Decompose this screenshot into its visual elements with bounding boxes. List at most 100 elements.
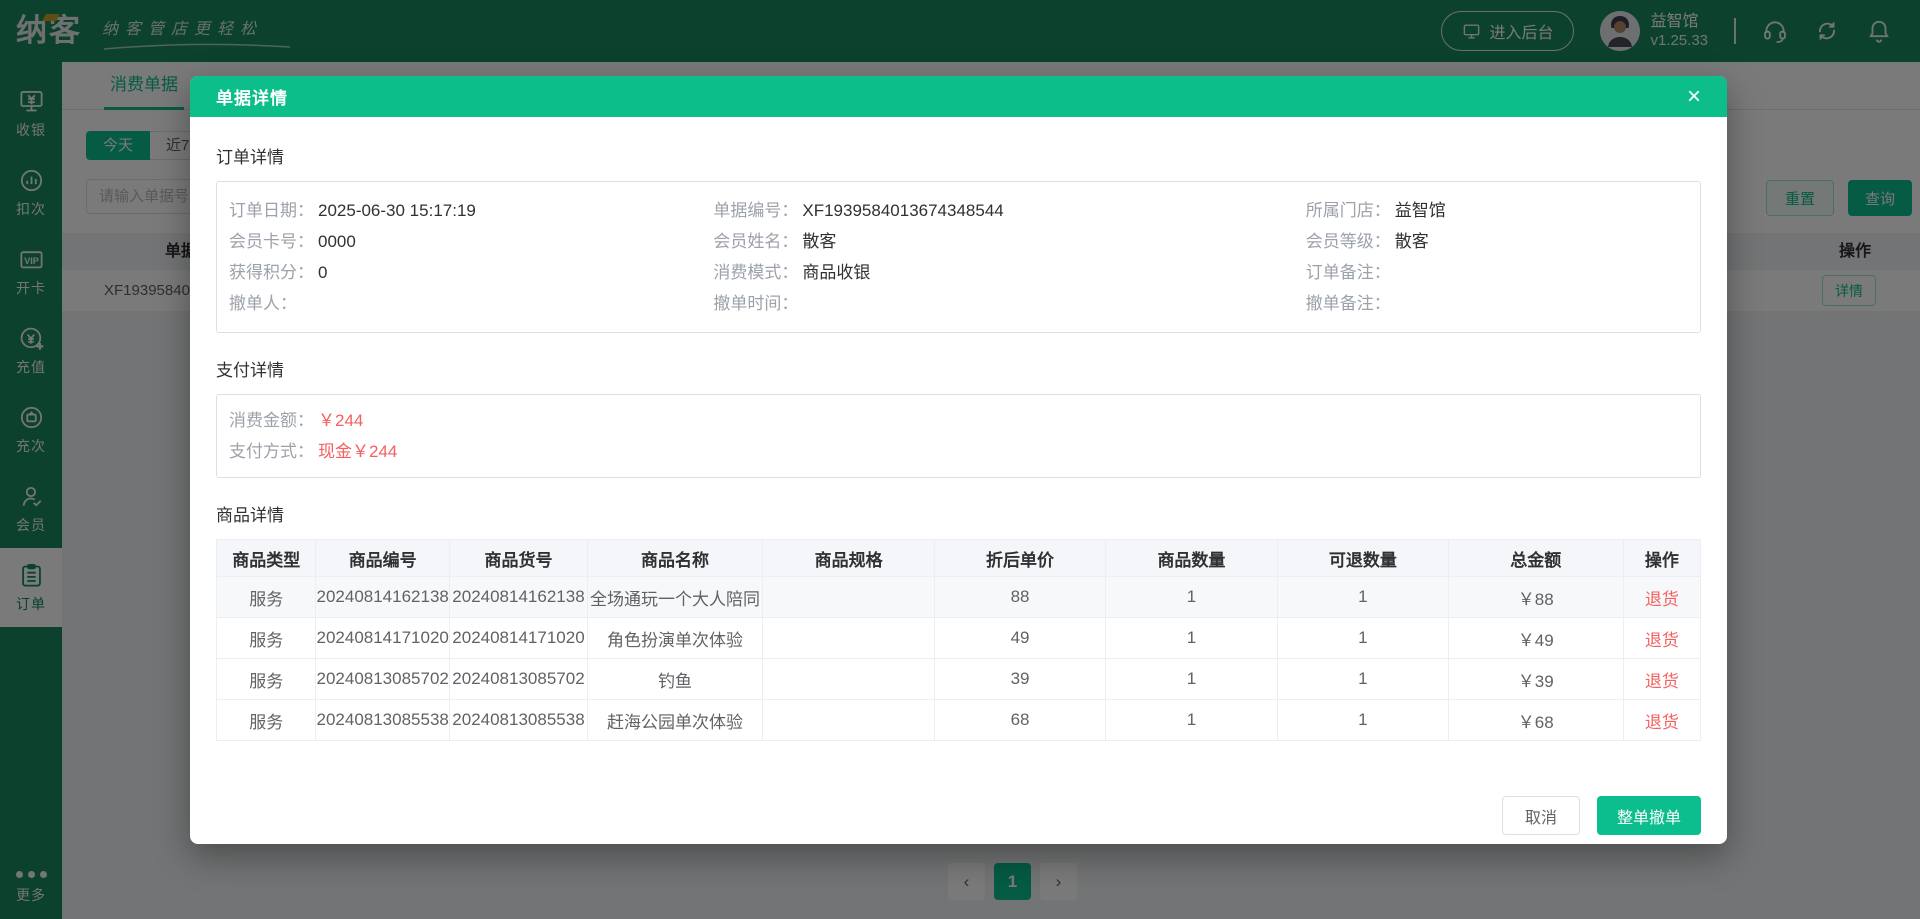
order-info-grid: 订单日期： 2025-06-30 15:17:19 单据编号： XF193958401…: [216, 181, 1701, 333]
refund-link[interactable]: 退货: [1645, 672, 1679, 691]
field-label: 消费金额：: [229, 411, 314, 430]
order-info-field: 订单日期： 2025-06-30 15:17:19: [229, 195, 713, 226]
product-cell: 赶海公园单次体验: [586, 699, 764, 741]
product-column-header: 总金额: [1447, 539, 1624, 577]
product-cell: 1: [1277, 576, 1449, 618]
product-column-header: 商品数量: [1104, 539, 1279, 577]
field-label: 订单备注：: [1305, 263, 1391, 282]
modal-footer: 取消 整单撤单: [1501, 796, 1701, 835]
product-row: 服务 20240813085538 20240813085538 赶海公园单次体验 68…: [215, 699, 1702, 741]
order-info-field: 所属门店： 益智馆: [1306, 195, 1688, 226]
order-info-field: 消费模式： 商品收银: [713, 257, 1305, 288]
order-info-field: 单据编号： XF1939584013674348544: [713, 195, 1305, 226]
product-cell: ￥68: [1447, 699, 1624, 741]
product-cell: 服务: [215, 699, 317, 741]
field-value: 散客: [1394, 232, 1429, 251]
product-cell: 1: [1277, 699, 1449, 741]
product-cell: 49: [934, 617, 1106, 659]
modal-title: 单据详情: [216, 89, 288, 108]
product-table-body: 服务 20240814162138 20240814162138 全场通玩一个大人陪同…: [215, 576, 1702, 741]
field-label: 支付方式：: [229, 442, 314, 461]
field-value: XF1939584013674348544: [802, 201, 1004, 220]
field-label: 获得积分：: [229, 263, 314, 282]
field-label: 会员卡号：: [229, 232, 314, 251]
field-label: 单据编号：: [713, 201, 799, 220]
product-cell: 1: [1277, 617, 1449, 659]
product-cell: 68: [934, 699, 1106, 741]
refund-link[interactable]: 退货: [1645, 590, 1679, 609]
order-info-field: 撤单时间：: [713, 288, 1305, 319]
field-label: 撤单时间：: [713, 294, 799, 313]
field-label: 会员等级：: [1305, 232, 1391, 251]
field-label: 撤单人：: [229, 294, 297, 313]
field-value: 商品收银: [802, 263, 871, 282]
field-value: 散客: [802, 232, 837, 251]
product-column-header: 折后单价: [934, 539, 1106, 577]
product-table-head-row: 商品类型 商品编号 商品货号 商品名称 商品规格 折后单价 商品数量 可退数量 总金额 操作: [215, 539, 1702, 577]
product-cell: 20240814171020: [315, 617, 450, 659]
field-value: 0000: [318, 232, 356, 251]
refund-link[interactable]: 退货: [1645, 713, 1679, 732]
product-column-header: 商品编号: [315, 539, 450, 577]
product-cell: 20240814171020: [448, 617, 588, 659]
product-cell: ￥49: [1447, 617, 1624, 659]
order-info-field: 撤单备注：: [1306, 288, 1688, 319]
product-row: 服务 20240814171020 20240814171020 角色扮演单次体验 49…: [215, 617, 1702, 659]
product-cell: 角色扮演单次体验: [586, 617, 764, 659]
product-cell: 1: [1104, 617, 1279, 659]
void-order-button[interactable]: 整单撤单: [1596, 796, 1701, 835]
modal-body: 订单详情 订单日期： 2025-06-30 15:17:19 单据编号： XF1939…: [190, 117, 1727, 844]
product-cell: [762, 617, 936, 659]
field-label: 消费模式：: [713, 263, 799, 282]
product-row: 服务 20240814162138 20240814162138 全场通玩一个大人陪同…: [215, 576, 1702, 618]
payment-field: 消费金额： ￥244: [229, 405, 1688, 436]
product-cell: 20240813085538: [448, 699, 588, 741]
field-value: 益智馆: [1394, 201, 1446, 220]
order-info-field: 订单备注：: [1306, 257, 1688, 288]
field-label: 撤单备注：: [1305, 294, 1391, 313]
field-label: 订单日期：: [229, 201, 314, 220]
product-action-cell: 退货: [1622, 699, 1702, 741]
order-info-field: 会员卡号： 0000: [229, 226, 713, 257]
product-cell: 39: [934, 658, 1106, 700]
product-column-header: 商品规格: [762, 539, 936, 577]
product-column-header: 操作: [1622, 539, 1702, 577]
product-cell: 20240814162138: [315, 576, 450, 618]
refund-link[interactable]: 退货: [1645, 631, 1679, 650]
product-cell: 服务: [215, 658, 317, 700]
order-info-field: 会员姓名： 散客: [713, 226, 1305, 257]
product-table: 商品类型 商品编号 商品货号 商品名称 商品规格 折后单价 商品数量 可退数量 总金额 操作 服务…: [215, 539, 1702, 741]
product-cell: 全场通玩一个大人陪同: [586, 576, 764, 618]
product-cell: ￥88: [1447, 576, 1624, 618]
product-cell: 20240814162138: [448, 576, 588, 618]
product-cell: 20240813085538: [315, 699, 450, 741]
payment-section-title: 支付详情: [216, 361, 284, 380]
field-label: 所属门店：: [1305, 201, 1391, 220]
product-cell: 钓鱼: [586, 658, 764, 700]
product-action-cell: 退货: [1622, 658, 1702, 700]
field-value: 0: [318, 263, 328, 282]
product-cell: 1: [1104, 658, 1279, 700]
product-cell: 1: [1104, 699, 1279, 741]
order-info-field: 会员等级： 散客: [1306, 226, 1688, 257]
product-cell: 1: [1277, 658, 1449, 700]
products-section-title: 商品详情: [216, 506, 284, 525]
product-action-cell: 退货: [1622, 576, 1702, 618]
product-column-header: 可退数量: [1277, 539, 1449, 577]
cancel-button[interactable]: 取消: [1501, 796, 1580, 835]
product-cell: [762, 658, 936, 700]
product-column-header: 商品名称: [586, 539, 764, 577]
product-cell: [762, 576, 936, 618]
order-info-field: 撤单人：: [229, 288, 713, 319]
close-icon[interactable]: ×: [1687, 84, 1701, 109]
product-cell: 服务: [215, 617, 317, 659]
product-cell: 88: [934, 576, 1106, 618]
payment-info-box: 消费金额： ￥244 支付方式： 现金￥244: [216, 394, 1701, 478]
product-cell: [762, 699, 936, 741]
field-value: 现金￥244: [318, 442, 398, 461]
product-column-header: 商品货号: [448, 539, 588, 577]
order-info-field: 获得积分： 0: [229, 257, 713, 288]
order-info-section-title: 订单详情: [216, 148, 284, 167]
product-cell: 1: [1104, 576, 1279, 618]
product-cell: 20240813085702: [448, 658, 588, 700]
